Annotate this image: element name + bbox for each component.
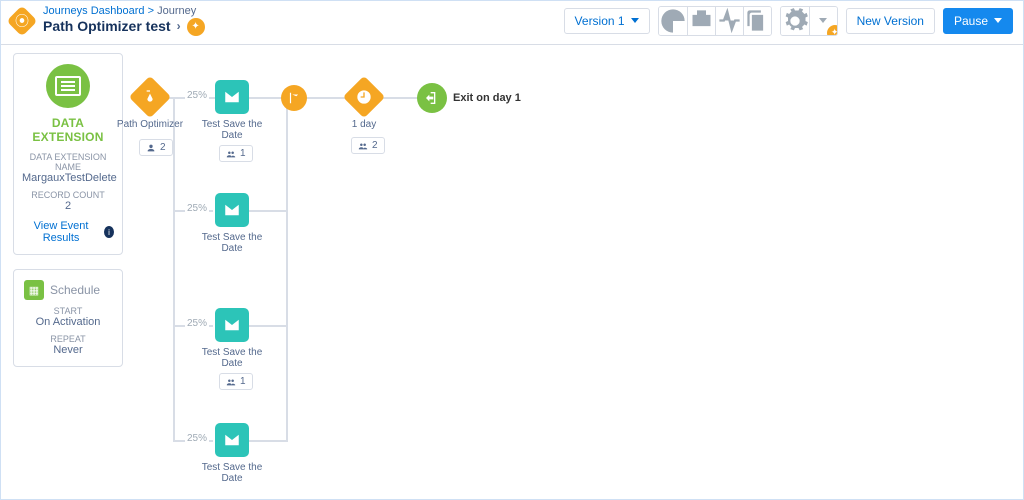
test-icon[interactable] [715,7,743,35]
people-icon [226,149,236,159]
analytics-icon[interactable] [659,7,687,35]
branch-pct: 25% [185,203,209,214]
health-icon[interactable] [687,7,715,35]
people-icon [226,377,236,387]
connector [249,440,287,442]
path-optimizer-node[interactable] [129,76,171,118]
settings-group: ✦ [780,6,838,36]
header: ⦿ Journeys Dashboard > Journey Path Opti… [1,1,1023,45]
schedule-start-label: START [22,306,114,316]
email-activity-node[interactable] [215,308,249,342]
email-activity-node[interactable] [215,193,249,227]
branch-pct: 25% [185,433,209,444]
email-count-chip[interactable]: 1 [219,145,253,162]
schedule-start-value: On Activation [22,316,114,328]
pause-label: Pause [954,14,988,28]
settings-icon[interactable] [781,7,809,35]
email-count-chip[interactable]: 1 [219,373,253,390]
email-label: Test Save the Date [196,462,268,484]
connector [286,97,288,442]
people-icon [358,141,368,151]
chevron-down-icon [631,18,639,23]
info-icon: i [104,226,114,238]
exit-label: Exit on day 1 [453,92,521,104]
version-dropdown[interactable]: Version 1 [564,8,650,34]
breadcrumb: Journeys Dashboard > Journey Path Optimi… [43,5,205,35]
branch-pct: 25% [185,318,209,329]
wait-node[interactable] [343,76,385,118]
email-count: 1 [240,148,246,159]
breadcrumb-dashboard-link[interactable]: Journeys Dashboard [43,5,145,17]
view-event-results-link[interactable]: View Event Results i [22,220,114,244]
data-extension-card[interactable]: DATA EXTENSION DATA EXTENSION NAME Marga… [13,53,123,255]
wait-label: 1 day [328,119,400,130]
email-label: Test Save the Date [196,347,268,369]
data-extension-icon [46,64,90,108]
tips-bulb-icon[interactable]: ✦ [187,18,205,36]
view-event-results-text: View Event Results [22,220,100,244]
connector [249,325,287,327]
header-right: Version 1 ✦ New Version Pause [564,6,1013,36]
title-chevron-icon[interactable]: › [177,20,181,33]
wait-count: 2 [372,140,378,151]
de-count-value: 2 [22,200,114,212]
version-label: Version 1 [575,14,625,28]
schedule-heading: Schedule [50,283,100,297]
de-count-label: RECORD COUNT [22,190,114,200]
toolbar-icon-group [658,6,772,36]
connector [249,97,424,99]
schedule-card[interactable]: ▦ Schedule START On Activation REPEAT Ne… [13,269,123,367]
branch-pct: 25% [185,90,209,101]
person-icon [146,143,156,153]
new-version-button[interactable]: New Version [846,8,935,34]
de-name-label: DATA EXTENSION NAME [22,152,114,172]
calendar-icon: ▦ [24,280,44,300]
email-activity-node[interactable] [215,80,249,114]
pause-button[interactable]: Pause [943,8,1013,34]
email-label: Test Save the Date [196,232,268,254]
schedule-repeat-label: REPEAT [22,334,114,344]
page-title: Path Optimizer test [43,19,171,34]
copy-icon[interactable] [743,7,771,35]
path-optimizer-count-chip[interactable]: 2 [139,139,173,156]
connector [249,210,287,212]
journey-pin-icon: ⦿ [6,5,37,36]
exit-node[interactable] [417,83,447,113]
breadcrumb-journey: Journey [157,5,196,17]
sidebar: DATA EXTENSION DATA EXTENSION NAME Marga… [1,45,131,499]
data-extension-heading: DATA EXTENSION [22,116,114,144]
de-name-value: MargauxTestDelete [22,172,114,184]
path-optimizer-label: Path Optimizer [114,119,186,130]
body: DATA EXTENSION DATA EXTENSION NAME Marga… [1,45,1023,499]
email-count: 1 [240,376,246,387]
chevron-down-icon [994,18,1002,23]
canvas[interactable]: Path Optimizer 2 25% 25% 25% 25% Test Sa… [131,45,1023,499]
wait-count-chip[interactable]: 2 [351,137,385,154]
schedule-repeat-value: Never [22,344,114,356]
header-left: ⦿ Journeys Dashboard > Journey Path Opti… [11,5,205,35]
breadcrumb-separator: > [148,5,154,17]
email-label: Test Save the Date [196,119,268,141]
email-activity-node[interactable] [215,423,249,457]
join-node[interactable] [281,85,307,111]
optimizer-count: 2 [160,142,166,153]
connector [173,97,175,442]
